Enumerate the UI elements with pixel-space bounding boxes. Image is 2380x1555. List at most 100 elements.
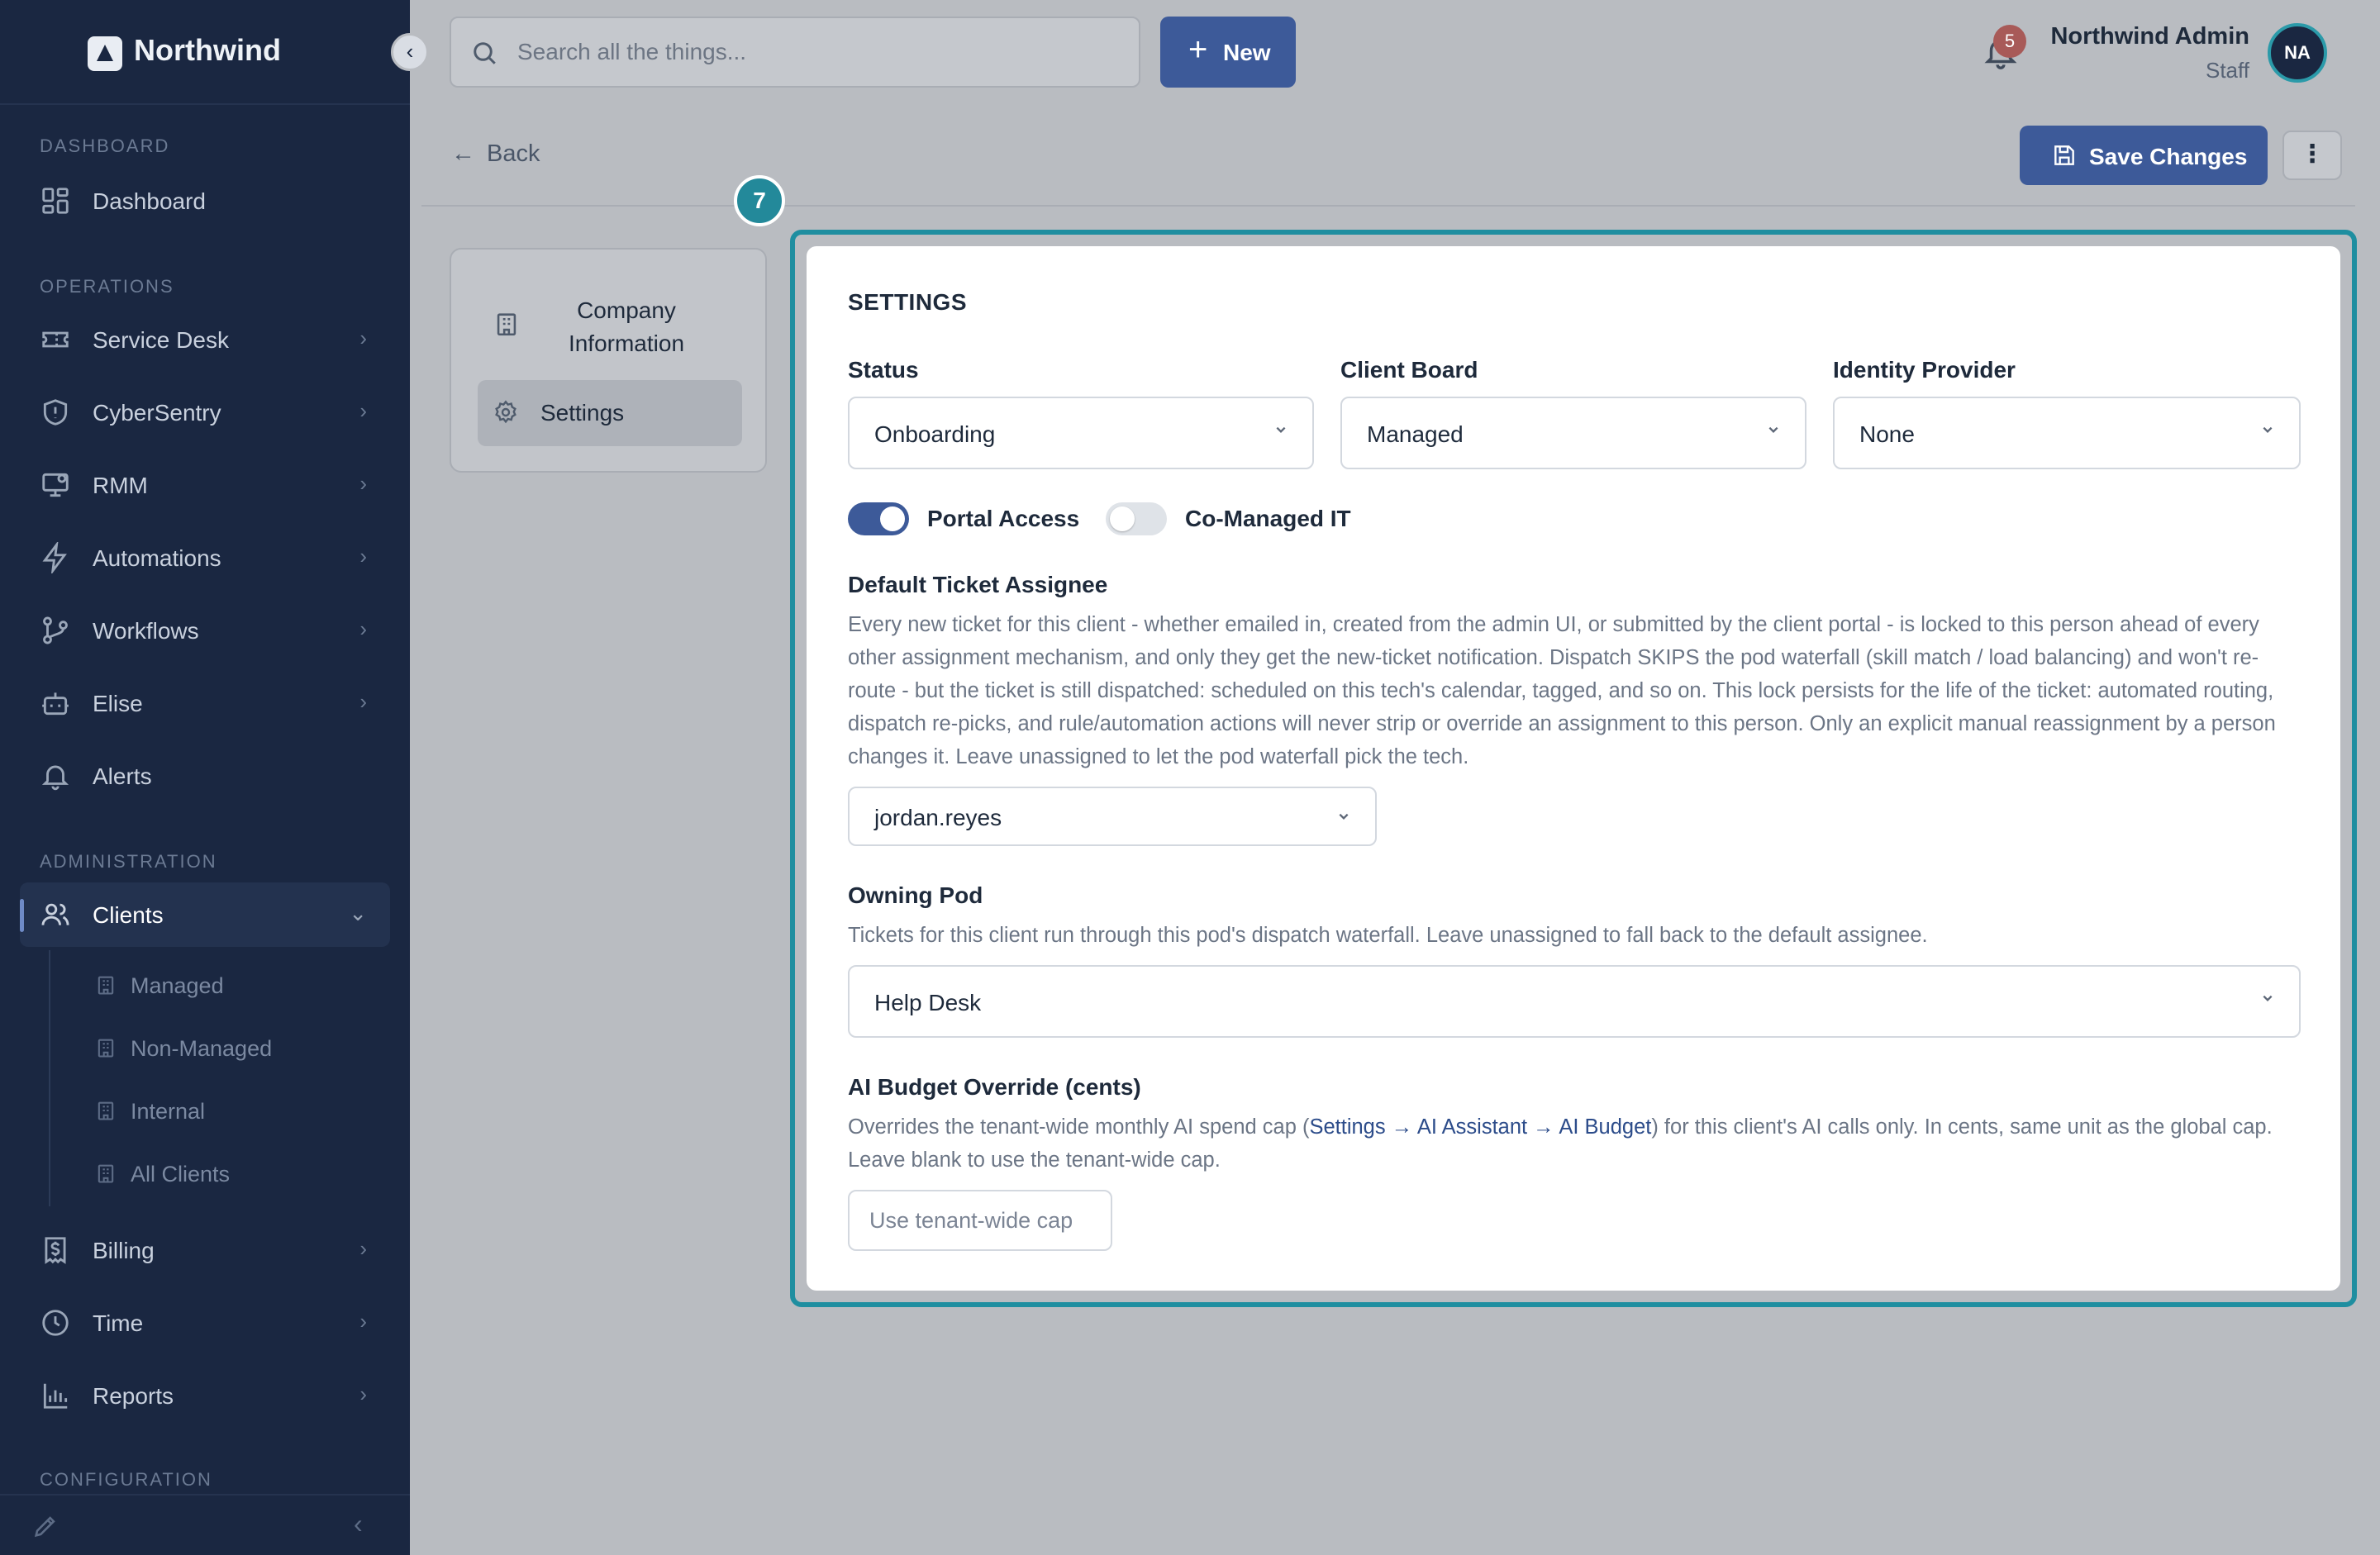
sidebar-item-alerts[interactable]: Alerts	[20, 744, 390, 808]
default-assignee-value: jordan.reyes	[874, 805, 1002, 830]
sidebar-item-label: Service Desk	[93, 327, 229, 353]
section-label-administration: ADMINISTRATION	[40, 851, 217, 872]
submenu-guide	[49, 950, 50, 1206]
default-assignee-help: Every new ticket for this client - wheth…	[848, 613, 2276, 768]
toggle-knob	[880, 506, 905, 531]
status-select[interactable]: Onboarding	[848, 397, 1314, 469]
collapse-sidebar-icon[interactable]: ‹	[354, 1509, 363, 1539]
plus-icon: +	[1188, 31, 1208, 68]
sidebar-item-elise[interactable]: Elise ›	[20, 671, 390, 735]
portal-access-label: Portal Access	[927, 506, 1080, 531]
chevron-down-icon	[1768, 426, 1778, 433]
user-name: Northwind Admin	[2050, 23, 2249, 50]
save-changes-button[interactable]: Save Changes	[2020, 126, 2268, 185]
sidebar-item-label: Time	[93, 1310, 144, 1336]
sidebar: Northwind DASHBOARD Dashboard OPERATIONS…	[0, 0, 410, 1555]
sidebar-toggle-button[interactable]: ‹	[391, 33, 429, 71]
sidebar-item-service-desk[interactable]: Service Desk ›	[20, 307, 390, 372]
northwind-logo-icon	[88, 36, 122, 71]
sidebar-subitem-managed[interactable]: Managed	[91, 960, 372, 1010]
more-options-button[interactable]: ⋮	[2282, 131, 2342, 180]
client-board-value: Managed	[1367, 421, 1464, 447]
identity-provider-label: Identity Provider	[1833, 357, 2016, 383]
sidebar-item-automations[interactable]: Automations ›	[20, 525, 390, 590]
client-board-select[interactable]: Managed	[1340, 397, 1806, 469]
section-label-operations: OPERATIONS	[40, 276, 174, 297]
search-input[interactable]	[517, 18, 1112, 86]
sidebar-item-rmm[interactable]: RMM ›	[20, 453, 390, 517]
status-value: Onboarding	[874, 421, 996, 447]
brand-name: Northwind	[134, 33, 281, 67]
sidebar-subitem-internal[interactable]: Internal	[91, 1086, 372, 1135]
co-managed-it-toggle[interactable]	[1106, 502, 1167, 535]
sidebar-subitem-label: All Clients	[131, 1162, 231, 1186]
panel-title: SETTINGS	[848, 289, 968, 315]
ai-budget-input[interactable]	[848, 1190, 1112, 1251]
sidebar-item-clients[interactable]: Clients ⌄	[20, 882, 390, 947]
lightning-icon	[42, 542, 67, 573]
receipt-dollar-icon	[45, 1237, 66, 1264]
chevron-right-icon: ›	[359, 616, 367, 641]
user-avatar[interactable]: NA	[2268, 23, 2327, 83]
default-assignee-select[interactable]: jordan.reyes	[848, 787, 1377, 846]
new-button[interactable]: + New	[1160, 17, 1296, 88]
chevron-down-icon: ⌄	[349, 901, 367, 925]
git-branch-icon	[43, 616, 68, 644]
tab-label: Company Information	[568, 297, 685, 356]
back-label: Back	[487, 140, 540, 167]
sidebar-item-label: Automations	[93, 545, 221, 571]
chevron-right-icon: ›	[359, 1381, 367, 1406]
chevron-right-icon: ›	[359, 544, 367, 568]
owning-pod-help: Tickets for this client run through this…	[848, 924, 1928, 947]
sidebar-item-billing[interactable]: Billing ›	[20, 1218, 390, 1282]
sidebar-subitem-all-clients[interactable]: All Clients	[91, 1148, 372, 1198]
owning-pod-label: Owning Pod	[848, 882, 983, 908]
sidebar-item-label: Elise	[93, 691, 143, 716]
sidebar-item-label: Billing	[93, 1238, 155, 1263]
sidebar-subitem-non-managed[interactable]: Non-Managed	[91, 1023, 372, 1072]
back-link[interactable]: ← Back	[451, 140, 540, 168]
shield-alert-icon	[43, 399, 68, 426]
ai-budget-settings-link[interactable]: Settings → AI Assistant → AI Budget	[1309, 1115, 1651, 1139]
settings-panel: SETTINGS Status Onboarding Client Board …	[807, 246, 2340, 1291]
chevron-down-icon	[1339, 813, 1349, 820]
chevron-right-icon: ›	[359, 326, 367, 350]
bell-icon	[41, 765, 69, 791]
building-icon	[98, 1164, 114, 1183]
pencil-icon[interactable]	[31, 1512, 60, 1540]
arrow-left-icon: ←	[451, 140, 475, 167]
status-label: Status	[848, 357, 919, 383]
monitor-icon	[42, 473, 69, 497]
identity-provider-select[interactable]: None	[1833, 397, 2301, 469]
sidebar-subitem-label: Internal	[131, 1099, 206, 1124]
gear-icon	[495, 400, 516, 424]
section-label-configuration: CONFIGURATION	[40, 1469, 212, 1490]
tab-company-information[interactable]: Company Information	[478, 283, 742, 365]
ticket-icon	[42, 331, 69, 348]
client-board-label: Client Board	[1340, 357, 1478, 383]
owning-pod-select[interactable]: Help Desk	[848, 965, 2301, 1038]
building-icon	[98, 1039, 114, 1058]
ai-budget-label: AI Budget Override (cents)	[848, 1074, 1141, 1100]
sidebar-item-workflows[interactable]: Workflows ›	[20, 598, 390, 663]
sidebar-item-cybersentry[interactable]: CyberSentry ›	[20, 380, 390, 445]
portal-access-toggle[interactable]	[848, 502, 909, 535]
tab-label: Settings	[540, 400, 625, 426]
search-bar[interactable]	[450, 17, 1140, 88]
chevron-down-icon	[1276, 426, 1286, 433]
sidebar-item-label: CyberSentry	[93, 400, 221, 426]
sidebar-item-time[interactable]: Time ›	[20, 1291, 390, 1355]
sidebar-item-dashboard[interactable]: Dashboard	[20, 169, 390, 233]
grid-icon	[42, 188, 69, 214]
co-managed-it-label: Co-Managed IT	[1185, 506, 1351, 531]
building-icon	[497, 313, 516, 336]
brand[interactable]: Northwind	[0, 0, 410, 105]
new-button-label: New	[1223, 40, 1271, 65]
sidebar-item-label: Dashboard	[93, 188, 206, 214]
sidebar-item-reports[interactable]: Reports ›	[20, 1363, 390, 1428]
tab-settings[interactable]: Settings	[478, 380, 742, 446]
section-label-dashboard: DASHBOARD	[40, 136, 170, 156]
sidebar-item-label: Clients	[93, 902, 164, 928]
chevron-right-icon: ›	[359, 398, 367, 423]
default-assignee-label: Default Ticket Assignee	[848, 572, 1108, 597]
